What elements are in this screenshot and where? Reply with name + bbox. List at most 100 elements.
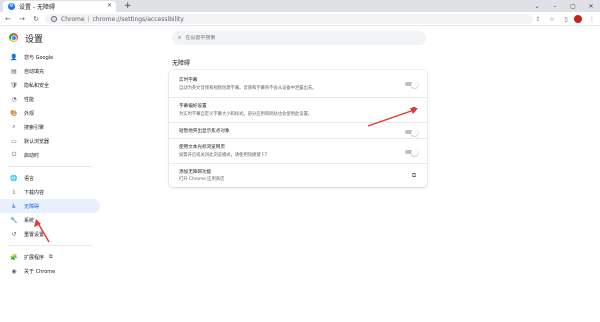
setting-description: 如需开启或关闭此浏览模式，请使用快捷键 F7 bbox=[179, 153, 268, 158]
live-caption-toggle[interactable] bbox=[405, 80, 418, 88]
page-title: 设置 bbox=[25, 35, 44, 45]
chrome-logo-icon bbox=[9, 33, 18, 42]
tab-settings[interactable]: ⚙ 设置 - 无障碍 ✕ bbox=[3, 1, 116, 12]
person-icon: 👤 bbox=[10, 53, 18, 61]
setting-title: 添加无障碍功能 bbox=[179, 170, 212, 175]
reload-button[interactable]: ↻ bbox=[30, 13, 42, 25]
chevron-down-icon[interactable]: ⌄ bbox=[528, 0, 546, 12]
toolbar-actions: ⇪ ☆ ▯ ⋮ bbox=[532, 12, 600, 26]
sidebar-item-system[interactable]: 🔧 系统 bbox=[0, 213, 100, 227]
setting-row-caret-browsing[interactable]: 使用文本光标浏览网页 如需开启或关闭此浏览模式，请使用快捷键 F7 bbox=[169, 138, 427, 163]
sidebar-item-search-engine[interactable]: ⌕ 搜索引擎 bbox=[0, 120, 100, 134]
url-text[interactable]: chrome://settings/accessibility bbox=[93, 16, 184, 23]
setting-description: 自动为英文音频和视频创建字幕。音频和字幕将不会从设备中泄露出去。 bbox=[179, 86, 317, 91]
setting-title: 短暂地突出显示焦点对象 bbox=[179, 129, 230, 134]
sidebar-item-label: 系统 bbox=[24, 217, 35, 224]
sidebar-item-accessibility[interactable]: ♿ 无障碍 bbox=[0, 199, 100, 213]
puzzle-icon: 🧩 bbox=[10, 253, 18, 261]
window-controls: ⌄ – ▢ ✕ bbox=[528, 0, 600, 12]
sidebar-item-label: 无障碍 bbox=[24, 203, 40, 210]
caret-browsing-toggle[interactable] bbox=[405, 148, 418, 156]
forward-button[interactable]: → bbox=[16, 13, 28, 25]
search-icon: ⌕ bbox=[12, 123, 16, 130]
tab-title: 设置 - 无障碍 bbox=[19, 4, 55, 11]
sidebar-item-label: 默认浏览器 bbox=[24, 138, 50, 145]
setting-title: 实时字幕 bbox=[179, 78, 198, 83]
avatar[interactable] bbox=[574, 15, 582, 23]
sidebar-item-about-chrome[interactable]: ◉ 关于 Chrome bbox=[0, 264, 100, 278]
accessibility-icon: ♿ bbox=[11, 202, 17, 210]
setting-description: 为实时字幕自定义字幕大小和样式。部分应用和网站也会使用此设置。 bbox=[179, 112, 313, 117]
external-link-icon[interactable]: ⧉ bbox=[410, 172, 418, 180]
sidebar-item-label: 重置设置 bbox=[24, 231, 45, 238]
setting-row-caption-preferences[interactable]: 字幕偏好设置 为实时字幕自定义字幕大小和样式。部分应用和网站也会使用此设置。 ⧉ bbox=[169, 97, 427, 122]
autofill-icon: ▤ bbox=[11, 67, 17, 75]
browser-icon: ▭ bbox=[11, 137, 17, 145]
external-link-icon[interactable]: ⧉ bbox=[410, 106, 418, 114]
sidebar-item-you-and-google[interactable]: 👤 您与 Google bbox=[0, 50, 100, 64]
browser-toolbar: ← → ↻ i Chrome | chrome://settings/acces… bbox=[0, 12, 600, 26]
maximize-button[interactable]: ▢ bbox=[564, 0, 582, 12]
sidebar-item-label: 性能 bbox=[24, 96, 35, 103]
download-icon: ⤓ bbox=[12, 188, 16, 195]
sidebar-item-label: 搜索引擎 bbox=[24, 124, 45, 131]
sidebar-item-downloads[interactable]: ⤓ 下载内容 bbox=[0, 185, 100, 199]
gear-icon: ⚙ bbox=[8, 3, 15, 10]
sidebar-item-languages[interactable]: 🌐 语言 bbox=[0, 171, 100, 185]
reset-icon: ↺ bbox=[11, 230, 17, 238]
power-icon: ⏻ bbox=[11, 151, 17, 158]
sidebar-item-extensions[interactable]: 🧩 扩展程序 ⧉ bbox=[0, 250, 100, 264]
sidebar-item-label: 您与 Google bbox=[24, 54, 54, 61]
tab-strip: ⚙ 设置 - 无障碍 ✕ + ⌄ – ▢ ✕ bbox=[0, 0, 600, 12]
external-link-icon: ⧉ bbox=[49, 254, 53, 260]
sidebar-item-on-startup[interactable]: ⏻ 启动时 bbox=[0, 148, 100, 162]
share-icon[interactable]: ⇪ bbox=[532, 13, 544, 25]
performance-icon: ◔ bbox=[11, 95, 17, 103]
sidebar-divider bbox=[8, 166, 92, 167]
back-button[interactable]: ← bbox=[2, 13, 14, 25]
wrench-icon: 🔧 bbox=[10, 216, 18, 224]
menu-icon[interactable]: ⋮ bbox=[586, 13, 598, 25]
sidebar-item-privacy[interactable]: 🛡 隐私和安全 bbox=[0, 78, 100, 92]
new-tab-button[interactable]: + bbox=[124, 0, 132, 12]
close-tab-icon[interactable]: ✕ bbox=[107, 2, 112, 9]
chrome-icon: ◉ bbox=[11, 267, 17, 275]
sidebar-icon[interactable]: ▯ bbox=[560, 13, 572, 25]
address-bar[interactable]: i Chrome | chrome://settings/accessibili… bbox=[45, 14, 533, 24]
close-window-button[interactable]: ✕ bbox=[582, 0, 600, 12]
sidebar-item-label: 隐私和安全 bbox=[24, 82, 50, 89]
sidebar-item-label: 扩展程序 bbox=[24, 254, 45, 261]
section-title: 无障碍 bbox=[172, 60, 191, 67]
sidebar-item-appearance[interactable]: 🎨 外观 bbox=[0, 106, 100, 120]
setting-title: 使用文本光标浏览网页 bbox=[179, 145, 225, 150]
search-icon: ⌕ bbox=[178, 34, 182, 41]
sidebar-item-label: 启动时 bbox=[24, 152, 40, 159]
sidebar-item-reset[interactable]: ↺ 重置设置 bbox=[0, 227, 100, 241]
globe-icon: 🌐 bbox=[10, 174, 18, 182]
setting-row-live-caption[interactable]: 实时字幕 自动为英文音频和视频创建字幕。音频和字幕将不会从设备中泄露出去。 bbox=[169, 70, 427, 97]
setting-row-add-accessibility-features[interactable]: 添加无障碍功能 打开 Chrome 应用商店 ⧉ bbox=[169, 163, 427, 187]
sidebar-item-label: 语言 bbox=[24, 175, 35, 182]
sidebar-item-default-browser[interactable]: ▭ 默认浏览器 bbox=[0, 134, 100, 148]
star-icon[interactable]: ☆ bbox=[546, 13, 558, 25]
sidebar-item-autofill[interactable]: ▤ 自动填充 bbox=[0, 64, 100, 78]
sidebar-item-performance[interactable]: ◔ 性能 bbox=[0, 92, 100, 106]
setting-row-focus-highlight[interactable]: 短暂地突出显示焦点对象 bbox=[169, 122, 427, 138]
sidebar-item-label: 下载内容 bbox=[24, 189, 45, 196]
search-input[interactable] bbox=[185, 35, 406, 41]
url-separator: | bbox=[87, 15, 90, 23]
accessibility-settings-card: 实时字幕 自动为英文音频和视频创建字幕。音频和字幕将不会从设备中泄露出去。 字幕… bbox=[169, 70, 427, 187]
shield-icon: 🛡 bbox=[10, 81, 18, 89]
site-label: Chrome bbox=[61, 15, 85, 23]
sidebar-divider bbox=[8, 245, 92, 246]
setting-description: 打开 Chrome 应用商店 bbox=[179, 177, 225, 182]
setting-title: 字幕偏好设置 bbox=[179, 104, 207, 109]
sidebar-item-label: 自动填充 bbox=[24, 68, 45, 75]
site-info-icon[interactable]: i bbox=[51, 16, 57, 22]
palette-icon: 🎨 bbox=[10, 109, 18, 117]
minimize-button[interactable]: – bbox=[546, 0, 564, 12]
settings-search[interactable]: ⌕ bbox=[172, 31, 426, 45]
sidebar: 👤 您与 Google ▤ 自动填充 🛡 隐私和安全 ◔ 性能 🎨 外观 ⌕ 搜索引擎 ▭ 默… bbox=[0, 50, 100, 278]
sidebar-item-label: 关于 Chrome bbox=[24, 268, 56, 275]
focus-highlight-toggle[interactable] bbox=[405, 128, 418, 136]
